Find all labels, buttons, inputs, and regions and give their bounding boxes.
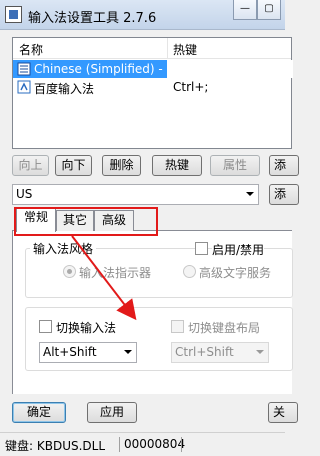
status-bar: 键盘: KBDUS.DLL 00000804: [0, 432, 285, 456]
delete-button[interactable]: 删除: [102, 155, 141, 176]
list-item[interactable]: Chinese (Simplified) - US...: [13, 60, 293, 78]
enable-disable-checkbox[interactable]: [195, 242, 208, 255]
maximize-button[interactable]: ▢: [257, 0, 281, 20]
app-icon: [5, 6, 22, 23]
apply-button[interactable]: 应用: [87, 402, 137, 423]
list-header: 名称 热键: [13, 38, 291, 59]
properties-button[interactable]: 属性: [210, 155, 260, 176]
keyboard-icon: [17, 62, 31, 76]
switch-keyboard-checkbox[interactable]: [171, 320, 184, 333]
switch-keyboard-label: 切换键盘布局: [188, 321, 261, 335]
ime-list[interactable]: 名称 热键 Chinese (Simplified) - US... 百度输入法…: [12, 37, 293, 149]
status-code: 00000804: [124, 437, 186, 451]
status-keyboard: 键盘: KBDUS.DLL: [5, 439, 106, 453]
annotation-highlight-box: [14, 207, 158, 236]
list-item-hotkey: Ctrl+;: [173, 80, 209, 94]
indicator-radio-label: 输入法指示器: [79, 266, 152, 280]
add-layout-button[interactable]: 添: [269, 184, 299, 205]
close-button[interactable]: 关: [268, 402, 298, 423]
indicator-radio[interactable]: [63, 265, 76, 278]
minimize-button[interactable]: —: [233, 0, 257, 20]
switch-keyboard-value: Ctrl+Shift: [175, 345, 234, 359]
list-item-name: 百度输入法: [34, 82, 95, 96]
layout-select[interactable]: US: [12, 184, 259, 205]
advanced-text-service-label: 高级文字服务: [199, 266, 272, 280]
ime-style-group-label: 输入法风格: [30, 240, 97, 257]
hotkey-button[interactable]: 热键: [152, 155, 202, 176]
chevron-down-icon: [124, 350, 132, 354]
switch-ime-label: 切换输入法: [56, 321, 117, 335]
column-name-header[interactable]: 名称: [19, 41, 43, 58]
move-up-button[interactable]: 向上: [12, 155, 49, 176]
window-title: 输入法设置工具 2.7.6: [28, 11, 157, 26]
switch-ime-checkbox[interactable]: [39, 320, 52, 333]
list-item-name: Chinese (Simplified) - US...: [34, 62, 164, 76]
move-down-button[interactable]: 向下: [55, 155, 92, 176]
list-item[interactable]: 百度输入法 Ctrl+;: [13, 78, 291, 96]
add-button[interactable]: 添: [269, 155, 299, 176]
switch-ime-value: Alt+Shift: [43, 345, 97, 359]
column-hotkey-header[interactable]: 热键: [173, 41, 197, 58]
advanced-text-service-radio[interactable]: [183, 265, 196, 278]
switch-keyboard-select[interactable]: Ctrl+Shift: [171, 342, 269, 363]
chevron-down-icon: [256, 350, 264, 354]
chevron-down-icon: [246, 192, 254, 196]
enable-disable-label: 启用/禁用: [212, 241, 265, 258]
layout-select-value: US: [16, 187, 33, 201]
ok-button[interactable]: 确定: [12, 402, 66, 423]
ime-icon: [17, 80, 31, 94]
tab-panel-general: 输入法风格 启用/禁用 输入法指示器 高级文字服务 切换输入法 Alt+Shif…: [12, 231, 293, 394]
switch-ime-select[interactable]: Alt+Shift: [39, 342, 137, 363]
title-bar: 输入法设置工具 2.7.6 — ▢: [0, 0, 285, 30]
